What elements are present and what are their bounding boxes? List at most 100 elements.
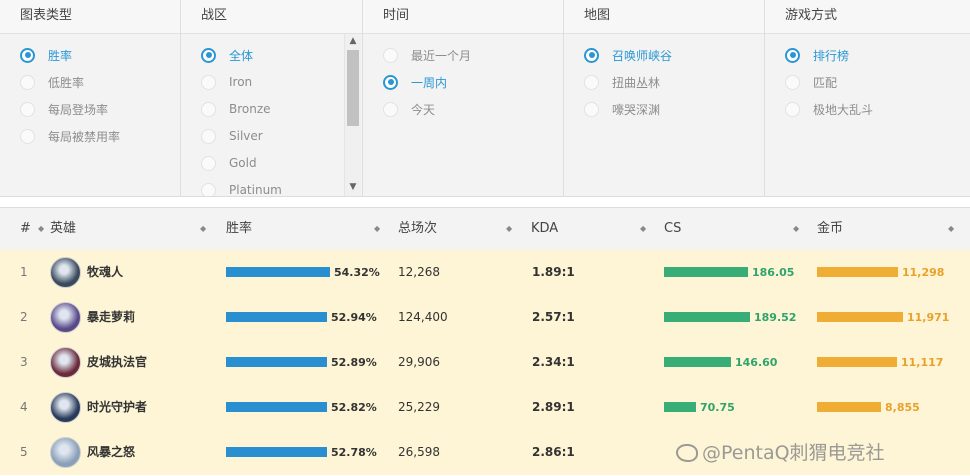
gold-value: 11,298 [902,266,945,279]
kda-value: 2.86:1 [532,445,575,459]
filter-option[interactable]: Iron [201,71,252,93]
filter-option[interactable]: 极地大乱斗 [785,98,873,120]
sort-arrows-icon[interactable]: ◆ [640,208,646,250]
sort-arrows-icon[interactable]: ◆ [793,208,799,250]
filter-option-label: 排行榜 [813,48,850,63]
cs-value: 189.52 [754,311,797,324]
filter-option-label: 今天 [411,102,436,117]
filter-heading: 地图 [564,0,765,34]
filter-options: 排行榜匹配极地大乱斗 [765,34,970,196]
radio-empty-icon[interactable] [20,128,35,144]
radio-selected-icon[interactable] [20,47,35,63]
sort-arrows-icon[interactable]: ◆ [38,208,44,250]
radio-empty-icon[interactable] [20,74,35,90]
gold-bar [817,402,881,412]
radio-selected-icon[interactable] [201,47,216,63]
filter-option-label: 最近一个月 [411,48,472,63]
games-count: 25,229 [398,400,440,414]
filter-option[interactable]: Bronze [201,98,271,120]
filter-option[interactable]: 召唤师峡谷 [584,44,672,66]
radio-empty-icon[interactable] [201,182,216,196]
filter-time: 时间 最近一个月 一周内 今天 [362,0,564,196]
table-row[interactable]: 1 牧魂人 54.32% 12,268 1.89:1 186.05 11,298 [0,250,970,296]
radio-selected-icon[interactable] [584,47,599,63]
filter-region: 战区全体 Iron Bronze Silver Gold Platinum [180,0,363,196]
filter-option-label: 一周内 [411,75,448,90]
gold-value: 11,117 [901,356,944,369]
filter-option[interactable]: 每局登场率 [20,98,108,120]
radio-selected-icon[interactable] [785,47,800,63]
radio-empty-icon[interactable] [201,128,216,144]
sort-arrows-icon[interactable]: ◆ [200,208,206,250]
radio-empty-icon[interactable] [201,74,216,90]
table-row[interactable]: 3 皮城执法官 52.89% 29,906 2.34:1 146.60 11,117 [0,340,970,386]
filter-option[interactable]: Silver [201,125,263,147]
filter-option[interactable]: 胜率 [20,44,72,66]
radio-empty-icon[interactable] [785,101,800,117]
winrate-value: 54.32% [334,266,380,279]
filter-option[interactable]: 嚎哭深渊 [584,98,660,120]
radio-empty-icon[interactable] [20,101,35,117]
filter-option-label: Platinum [229,183,282,196]
rank-number: 5 [20,445,28,459]
filter-heading: 游戏方式 [765,0,970,34]
header-hero[interactable]: 英雄 [50,208,76,250]
sort-arrows-icon[interactable]: ◆ [948,208,954,250]
filter-option[interactable]: Gold [201,152,257,174]
table-row[interactable]: 2 暴走萝莉 52.94% 124,400 2.57:1 189.52 11,971 [0,295,970,341]
hero-avatar[interactable] [50,257,81,288]
winrate-bar [226,402,327,412]
header-winrate[interactable]: 胜率 [226,208,252,250]
gold-bar [817,357,897,367]
radio-empty-icon[interactable] [383,101,398,117]
filter-option[interactable]: Platinum [201,179,282,196]
filter-option[interactable]: 排行榜 [785,44,849,66]
cs-bar [664,357,731,367]
filter-option-label: 嚎哭深渊 [612,102,661,117]
header-kda[interactable]: KDA [531,208,558,250]
hero-avatar[interactable] [50,347,81,378]
filter-option[interactable]: 扭曲丛林 [584,71,660,93]
radio-empty-icon[interactable] [584,74,599,90]
filter-options: 最近一个月一周内今天 [363,34,564,196]
filter-chart-type: 图表类型 胜率 低胜率 每局登场率 每局被禁用率 [0,0,180,196]
filter-options: 全体 Iron Bronze Silver Gold Platinum [181,34,363,196]
cs-bar [664,267,748,277]
filter-option[interactable]: 每局被禁用率 [20,125,120,147]
region-scrollbar[interactable]: ▲ ▼ [344,34,361,196]
radio-empty-icon[interactable] [383,47,398,63]
sort-arrows-icon[interactable]: ◆ [506,208,512,250]
winrate-bar [226,357,327,367]
sort-arrows-icon[interactable]: ◆ [374,208,380,250]
radio-empty-icon[interactable] [201,101,216,117]
filter-option[interactable]: 匹配 [785,71,837,93]
weibo-icon [676,444,698,462]
header-gold[interactable]: 金币 [817,208,843,250]
filter-option-label: 召唤师峡谷 [612,48,673,63]
chevron-up-icon[interactable]: ▲ [345,34,361,48]
hero-avatar[interactable] [50,302,81,333]
chevron-down-icon[interactable]: ▼ [345,180,361,194]
watermark: @PentaQ刺猬电竞社 [676,438,885,465]
radio-empty-icon[interactable] [785,74,800,90]
filter-option[interactable]: 最近一个月 [383,44,471,66]
radio-selected-icon[interactable] [383,74,398,90]
filter-option[interactable]: 今天 [383,98,435,120]
header-games[interactable]: 总场次 [398,208,437,250]
cs-value: 146.60 [735,356,778,369]
filter-option[interactable]: 全体 [201,44,253,66]
table-row[interactable]: 4 时光守护者 52.82% 25,229 2.89:1 70.75 8,855 [0,385,970,431]
filter-option[interactable]: 低胜率 [20,71,84,93]
hero-avatar[interactable] [50,392,81,423]
gold-value: 8,855 [885,401,920,414]
cs-value: 186.05 [752,266,795,279]
radio-empty-icon[interactable] [584,101,599,117]
hero-avatar[interactable] [50,437,81,468]
radio-empty-icon[interactable] [201,155,216,171]
rank-number: 2 [20,310,28,324]
header-cs[interactable]: CS [664,208,681,250]
filter-option[interactable]: 一周内 [383,71,447,93]
filter-heading: 战区 [181,0,363,34]
filter-option-label: Iron [229,75,253,89]
scrollbar-thumb[interactable] [347,50,359,126]
